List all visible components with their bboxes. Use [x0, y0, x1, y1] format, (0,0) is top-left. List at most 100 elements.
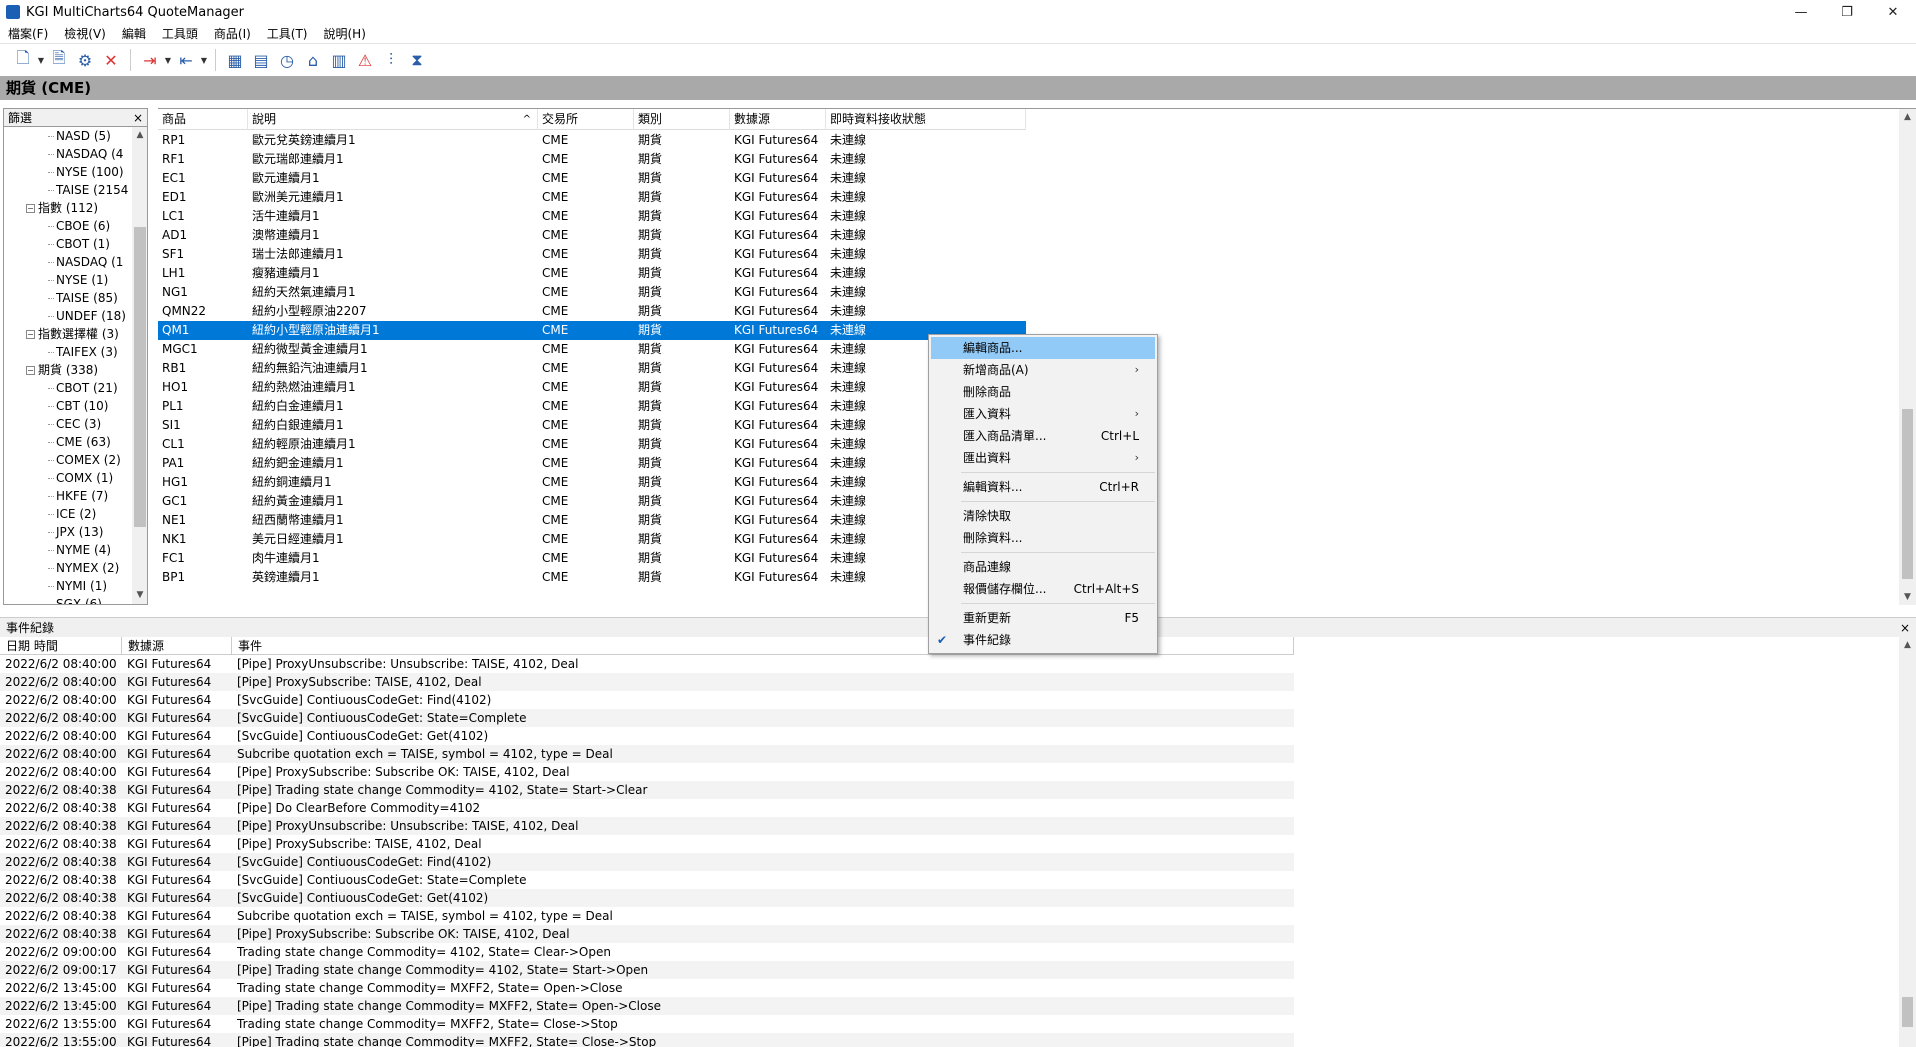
log-column-header[interactable]: 日期 時間 — [0, 637, 122, 655]
tree-item[interactable]: SGX (6) — [4, 595, 132, 604]
minimize-button[interactable]: — — [1778, 0, 1824, 24]
context-menu-item[interactable]: 匯入資料 › — [929, 403, 1157, 425]
table-row[interactable]: QMN22 紐約小型輕原油2207 CME 期貨 KGI Futures64 未連線 — [158, 302, 1026, 321]
scroll-up-icon[interactable]: ▲ — [1899, 637, 1916, 654]
tree-item[interactable]: JPX (13) — [4, 523, 132, 541]
log-row[interactable]: 2022/6/2 08:40:38 KGI Futures64 [Pipe] Tra… — [0, 781, 1294, 799]
tree-item[interactable]: TAISE (2154 — [4, 181, 132, 199]
context-menu-item[interactable]: 清除快取 — [929, 505, 1157, 527]
scroll-down-icon[interactable]: ▼ — [132, 587, 147, 604]
context-menu-item[interactable]: 編輯資料... Ctrl+R — [929, 476, 1157, 498]
tree-item[interactable]: TAIFEX (3) — [4, 343, 132, 361]
export-icon[interactable]: ⇥ — [137, 48, 163, 72]
menu-item[interactable]: 檢視(V) — [56, 25, 114, 42]
settings-icon[interactable]: ⚙ — [72, 48, 98, 72]
menu-item[interactable]: 工具頭 — [154, 25, 206, 42]
log-row[interactable]: 2022/6/2 08:40:38 KGI Futures64 [Pipe] Pro… — [0, 817, 1294, 835]
collapse-icon[interactable]: − — [26, 330, 35, 339]
log-row[interactable]: 2022/6/2 09:00:00 KGI Futures64 Trading st… — [0, 943, 1294, 961]
import-dropdown-icon[interactable]: ▼ — [199, 56, 209, 65]
scroll-thumb[interactable] — [134, 227, 146, 527]
log-row[interactable]: 2022/6/2 08:40:38 KGI Futures64 Subcribe q… — [0, 907, 1294, 925]
session-icon[interactable]: ▤ — [248, 48, 274, 72]
import-icon[interactable]: ⇤ — [173, 48, 199, 72]
table-row[interactable]: CL1 紐約輕原油連續月1 CME 期貨 KGI Futures64 未連線 — [158, 435, 1026, 454]
context-menu-item[interactable]: ✔ 事件紀錄 — [929, 629, 1157, 651]
tree-item[interactable]: COMX (1) — [4, 469, 132, 487]
book-icon[interactable]: ▥ — [326, 48, 352, 72]
context-menu-item[interactable]: 重新更新 F5 — [929, 607, 1157, 629]
log-column-header[interactable]: 數據源 — [122, 637, 232, 655]
table-row[interactable]: PL1 紐約白金連續月1 CME 期貨 KGI Futures64 未連線 — [158, 397, 1026, 416]
log-row[interactable]: 2022/6/2 08:40:00 KGI Futures64 [Pipe] Pro… — [0, 673, 1294, 691]
close-button[interactable]: ✕ — [1870, 0, 1916, 24]
log-row[interactable]: 2022/6/2 08:40:38 KGI Futures64 [Pipe] Pro… — [0, 835, 1294, 853]
tree-group[interactable]: − 指數選擇權 (3) — [4, 325, 132, 343]
log-row[interactable]: 2022/6/2 13:55:00 KGI Futures64 [Pipe] Tra… — [0, 1033, 1294, 1047]
tree-item[interactable]: NYMI (1) — [4, 577, 132, 595]
column-header[interactable]: 即時資料接收狀態 — [826, 109, 1026, 130]
table-row[interactable]: PA1 紐約鈀金連續月1 CME 期貨 KGI Futures64 未連線 — [158, 454, 1026, 473]
context-menu-item[interactable]: 刪除資料... — [929, 527, 1157, 549]
tree-item[interactable]: TAISE (85) — [4, 289, 132, 307]
table-row[interactable]: MGC1 紐約微型黃金連續月1 CME 期貨 KGI Futures64 未連線 — [158, 340, 1026, 359]
log-scrollbar[interactable]: ▲ — [1899, 637, 1916, 1047]
log-row[interactable]: 2022/6/2 09:00:17 KGI Futures64 [Pipe] Tra… — [0, 961, 1294, 979]
context-menu-item[interactable]: 編輯商品... — [931, 337, 1155, 359]
collapse-icon[interactable]: − — [26, 366, 35, 375]
log-row[interactable]: 2022/6/2 08:40:38 KGI Futures64 [Pipe] Pro… — [0, 925, 1294, 943]
log-row[interactable]: 2022/6/2 08:40:00 KGI Futures64 [SvcGuide]… — [0, 727, 1294, 745]
collapse-icon[interactable]: − — [26, 204, 35, 213]
grid-scrollbar[interactable]: ▲ ▼ — [1899, 109, 1916, 605]
context-menu-item[interactable]: 刪除商品 — [929, 381, 1157, 403]
table-row[interactable]: SI1 紐約白銀連續月1 CME 期貨 KGI Futures64 未連線 — [158, 416, 1026, 435]
table-row[interactable]: HO1 紐約熱燃油連續月1 CME 期貨 KGI Futures64 未連線 — [158, 378, 1026, 397]
delete-icon[interactable]: ✕ — [98, 48, 124, 72]
log-row[interactable]: 2022/6/2 08:40:38 KGI Futures64 [SvcGuide]… — [0, 871, 1294, 889]
context-menu-item[interactable]: 匯出資料 › — [929, 447, 1157, 469]
table-row[interactable]: LC1 活牛連續月1 CME 期貨 KGI Futures64 未連線 — [158, 207, 1026, 226]
tree-item[interactable]: CEC (3) — [4, 415, 132, 433]
timer-icon[interactable]: ⧗ — [404, 48, 430, 72]
table-row[interactable]: RP1 歐元兌英鎊連續月1 CME 期貨 KGI Futures64 未連線 — [158, 131, 1026, 150]
chart-alert-icon[interactable]: ⚠ — [352, 48, 378, 72]
menu-item[interactable]: 工具(T) — [259, 25, 316, 42]
filter-close-icon[interactable]: × — [133, 111, 143, 125]
column-header[interactable]: 數據源 — [730, 109, 826, 130]
table-row[interactable]: ED1 歐洲美元連續月1 CME 期貨 KGI Futures64 未連線 — [158, 188, 1026, 207]
log-row[interactable]: 2022/6/2 08:40:38 KGI Futures64 [SvcGuide]… — [0, 889, 1294, 907]
tree-item[interactable]: NASDAQ (4 — [4, 145, 132, 163]
tree-item[interactable]: CBOE (6) — [4, 217, 132, 235]
table-row[interactable]: EC1 歐元連續月1 CME 期貨 KGI Futures64 未連線 — [158, 169, 1026, 188]
table-row[interactable]: RB1 紐約無鉛汽油連續月1 CME 期貨 KGI Futures64 未連線 — [158, 359, 1026, 378]
log-close-icon[interactable]: × — [1900, 621, 1910, 635]
table-row[interactable]: BP1 英鎊連續月1 CME 期貨 KGI Futures64 未連線 — [158, 568, 1026, 587]
column-header[interactable]: 類別 — [634, 109, 730, 130]
scroll-thumb[interactable] — [1902, 409, 1913, 579]
log-row[interactable]: 2022/6/2 08:40:00 KGI Futures64 [Pipe] Pro… — [0, 763, 1294, 781]
scroll-thumb[interactable] — [1902, 997, 1913, 1027]
table-row[interactable]: SF1 瑞士法郎連續月1 CME 期貨 KGI Futures64 未連線 — [158, 245, 1026, 264]
log-row[interactable]: 2022/6/2 08:40:38 KGI Futures64 [Pipe] Do … — [0, 799, 1294, 817]
tree-item[interactable]: CBT (10) — [4, 397, 132, 415]
menu-item[interactable]: 檔案(F) — [0, 25, 56, 42]
column-header[interactable]: 交易所 — [538, 109, 634, 130]
table-row[interactable]: LH1 瘦豬連續月1 CME 期貨 KGI Futures64 未連線 — [158, 264, 1026, 283]
new-symbol-icon[interactable]: 🗎 — [46, 48, 72, 72]
log-row[interactable]: 2022/6/2 08:40:00 KGI Futures64 [SvcGuide]… — [0, 709, 1294, 727]
tree-item[interactable]: NYMEX (2) — [4, 559, 132, 577]
context-menu-item[interactable]: 報價儲存欄位... Ctrl+Alt+S — [929, 578, 1157, 600]
exchange-icon[interactable]: ⌂ — [300, 48, 326, 72]
table-row[interactable]: FC1 肉牛連續月1 CME 期貨 KGI Futures64 未連線 — [158, 549, 1026, 568]
table-row[interactable]: GC1 紐約黃金連續月1 CME 期貨 KGI Futures64 未連線 — [158, 492, 1026, 511]
menu-item[interactable]: 說明(H) — [316, 25, 374, 42]
log-row[interactable]: 2022/6/2 08:40:00 KGI Futures64 [SvcGuide]… — [0, 691, 1294, 709]
tree-item[interactable]: UNDEF (18) — [4, 307, 132, 325]
scroll-up-icon[interactable]: ▲ — [132, 127, 147, 144]
log-row[interactable]: 2022/6/2 08:40:00 KGI Futures64 [Pipe] Pro… — [0, 655, 1294, 673]
tree-group[interactable]: − 期貨 (338) — [4, 361, 132, 379]
tree-item[interactable]: CBOT (21) — [4, 379, 132, 397]
table-row[interactable]: RF1 歐元瑞郎連續月1 CME 期貨 KGI Futures64 未連線 — [158, 150, 1026, 169]
calendar-icon[interactable]: ▦ — [222, 48, 248, 72]
tree-item[interactable]: NYSE (100) — [4, 163, 132, 181]
